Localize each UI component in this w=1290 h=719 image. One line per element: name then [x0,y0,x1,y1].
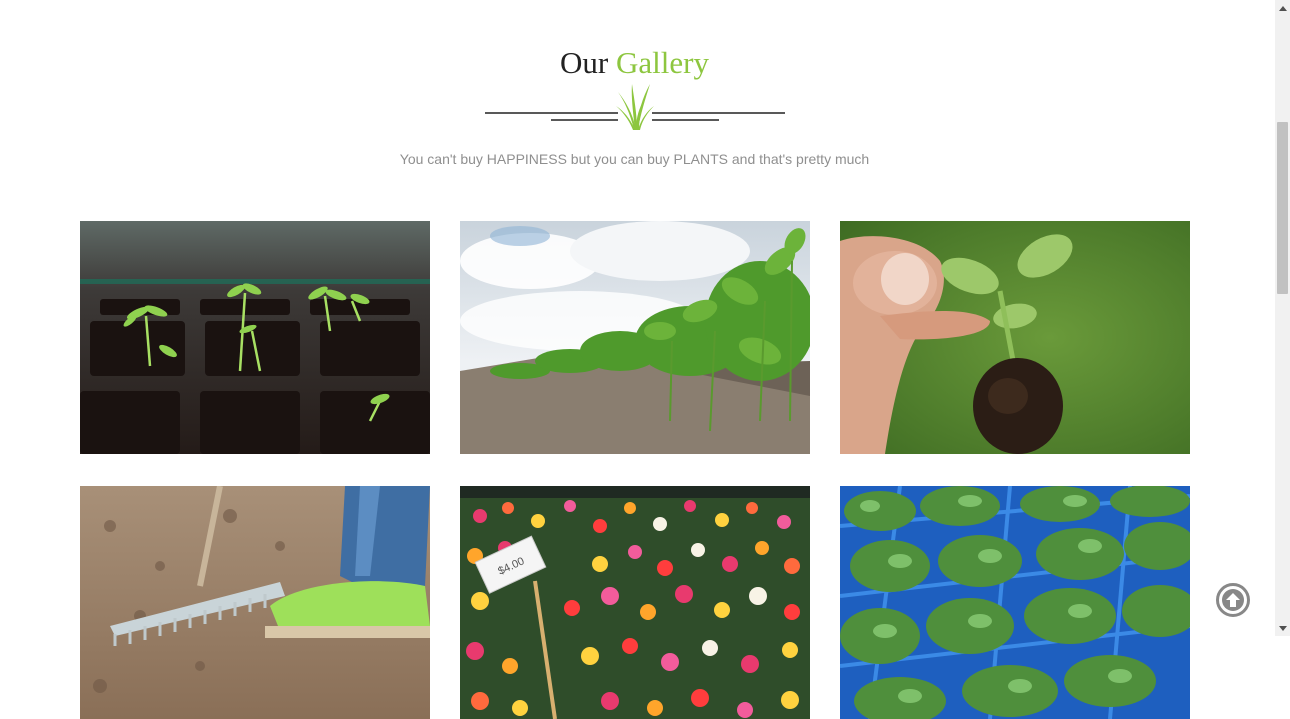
scrollbar-thumb[interactable] [1277,122,1288,294]
plant-crates-image[interactable] [840,486,1190,719]
garden-rake-image[interactable] [80,486,430,719]
vertical-scrollbar[interactable] [1275,0,1290,636]
scroll-to-top-button[interactable] [1216,583,1250,617]
seedling-tray-image[interactable] [80,221,430,454]
gallery-section: Our Gallery You can't buy HAPPINESS but … [0,0,1275,719]
gallery-title-prefix: Our [560,45,609,80]
scroll-down-arrow-icon[interactable] [1275,621,1290,636]
gallery-title: Our Gallery [0,44,1269,82]
title-divider [484,82,786,132]
soybean-field-image[interactable] [460,221,810,454]
zinnia-flowers-image[interactable]: $4.00 [460,486,810,719]
gallery-subtitle: You can't buy HAPPINESS but you can buy … [399,151,870,167]
hand-seedling-image[interactable] [840,221,1190,454]
scroll-up-arrow-icon[interactable] [1275,0,1290,15]
grass-icon [616,84,654,130]
gallery-title-accent: Gallery [616,45,709,80]
arrow-up-circle-icon [1222,589,1244,611]
